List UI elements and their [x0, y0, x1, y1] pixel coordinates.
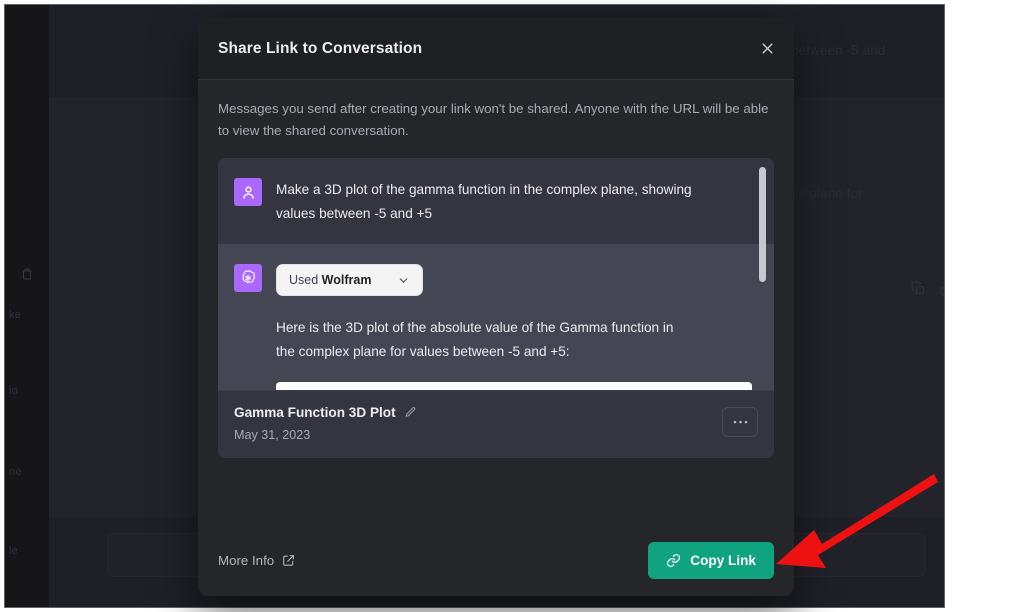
user-avatar-icon	[234, 178, 262, 206]
preview-footer: Gamma Function 3D Plot May 31, 2023	[218, 390, 774, 458]
conversation-title: Gamma Function 3D Plot	[234, 405, 396, 420]
dialog-body: Messages you send after creating your li…	[198, 80, 794, 524]
link-icon	[667, 553, 681, 567]
more-options-button[interactable]	[722, 407, 758, 437]
more-info-label: More Info	[218, 552, 275, 568]
pencil-edit-icon[interactable]	[404, 406, 417, 419]
conversation-preview-card: Make a 3D plot of the gamma function in …	[218, 158, 774, 458]
share-link-dialog: Share Link to Conversation Messages you …	[198, 18, 794, 596]
copy-link-button[interactable]: Copy Link	[648, 541, 774, 579]
tool-pill-prefix: Used	[289, 273, 319, 287]
close-icon[interactable]	[754, 36, 780, 62]
preview-user-message: Make a 3D plot of the gamma function in …	[218, 158, 774, 244]
preview-scroll-area[interactable]: Make a 3D plot of the gamma function in …	[218, 158, 774, 390]
dialog-header: Share Link to Conversation	[198, 18, 794, 80]
preview-assistant-message: Used Wolfram Here is the 3D plot of the …	[218, 244, 774, 390]
screenshot-root: ke io ne le between -5 and ex plane for …	[0, 0, 1024, 612]
conversation-title-row: Gamma Function 3D Plot	[234, 405, 758, 420]
dialog-description: Messages you send after creating your li…	[218, 101, 769, 138]
dialog-title: Share Link to Conversation	[218, 39, 423, 57]
more-info-link[interactable]: More Info	[218, 553, 295, 568]
openai-logo-icon	[234, 264, 262, 292]
ellipsis-icon	[733, 420, 747, 424]
copy-link-label: Copy Link	[690, 552, 756, 568]
preview-assistant-message-text: Here is the 3D plot of the absolute valu…	[276, 320, 674, 359]
conversation-date: May 31, 2023	[234, 428, 311, 442]
dialog-footer: More Info Copy Link	[198, 524, 794, 596]
vertical-scrollbar[interactable]	[759, 167, 766, 282]
tool-pill-name: Wolfram	[321, 273, 372, 287]
chevron-down-icon	[400, 277, 408, 283]
preview-user-message-text: Make a 3D plot of the gamma function in …	[276, 182, 692, 221]
used-wolfram-tool-pill[interactable]: Used Wolfram	[276, 264, 424, 296]
external-link-icon	[283, 554, 295, 566]
gamma-function-plot-image: Absolute Value of the Gamma Function in …	[276, 382, 752, 390]
